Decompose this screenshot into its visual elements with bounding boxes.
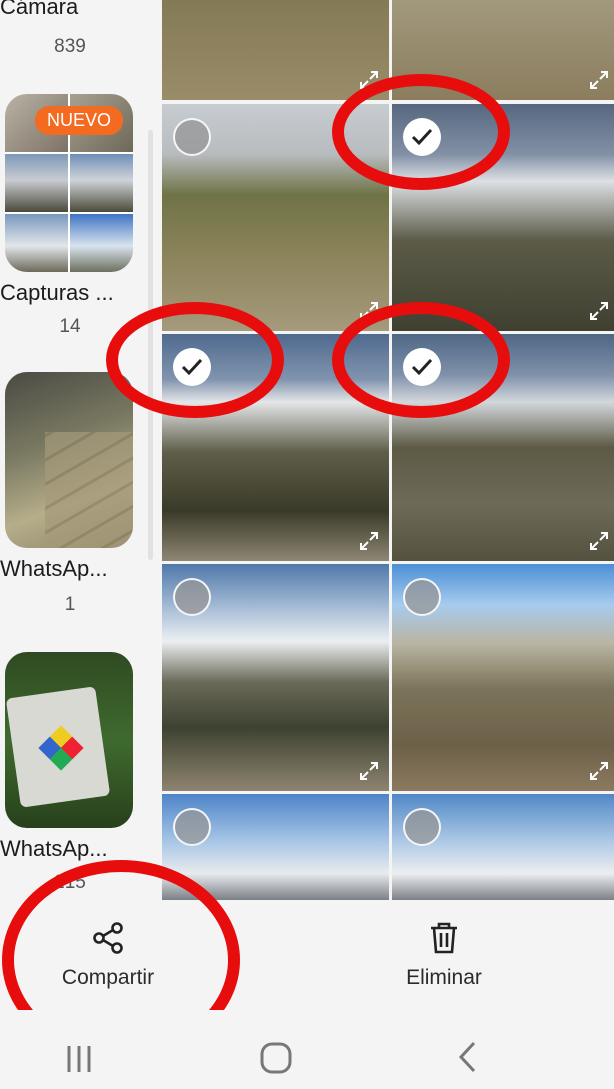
expand-icon[interactable]: [357, 529, 381, 553]
trash-icon: [431, 922, 457, 954]
back-icon[interactable]: [456, 1040, 480, 1074]
expand-icon[interactable]: [587, 68, 611, 92]
album-label-screenshots: Capturas ...: [0, 280, 114, 305]
new-badge: NUEVO: [34, 106, 123, 135]
album-thumb-screenshots[interactable]: NUEVO: [5, 94, 133, 272]
annotation-ring: [332, 302, 510, 418]
select-toggle[interactable]: [403, 578, 441, 616]
annotation-ring: [332, 74, 510, 190]
expand-icon[interactable]: [587, 299, 611, 323]
album-label-camera: Cámara: [0, 0, 79, 19]
photo-item[interactable]: [392, 564, 614, 791]
recents-icon[interactable]: [62, 1040, 96, 1074]
expand-icon[interactable]: [587, 759, 611, 783]
expand-icon[interactable]: [587, 529, 611, 553]
select-toggle[interactable]: [173, 808, 211, 846]
gallery-selection-screen: Cámara 839 NUEVO Capturas ... 14 WhatsAp…: [0, 0, 614, 1089]
album-thumb-whatsapp-1[interactable]: [5, 372, 133, 548]
select-toggle[interactable]: [173, 578, 211, 616]
photo-item[interactable]: [392, 794, 614, 900]
photo-item[interactable]: [162, 564, 389, 791]
album-list: Cámara 839 NUEVO Capturas ... 14 WhatsAp…: [0, 0, 160, 900]
album-label-whatsapp-2: WhatsAp...: [0, 836, 108, 861]
select-toggle[interactable]: [403, 808, 441, 846]
select-toggle[interactable]: [173, 118, 211, 156]
delete-button[interactable]: Eliminar: [354, 920, 534, 990]
album-count-whatsapp-1: 1: [64, 594, 76, 615]
annotation-ring: [106, 302, 284, 418]
photo-item[interactable]: [162, 0, 389, 100]
album-count-camera: 839: [54, 36, 86, 57]
album-thumb-whatsapp-2[interactable]: [5, 652, 133, 828]
home-icon[interactable]: [258, 1040, 294, 1076]
delete-label: Eliminar: [406, 966, 482, 989]
album-label-whatsapp-1: WhatsAp...: [0, 556, 108, 581]
expand-icon[interactable]: [357, 759, 381, 783]
system-nav-bar: [0, 1010, 614, 1089]
